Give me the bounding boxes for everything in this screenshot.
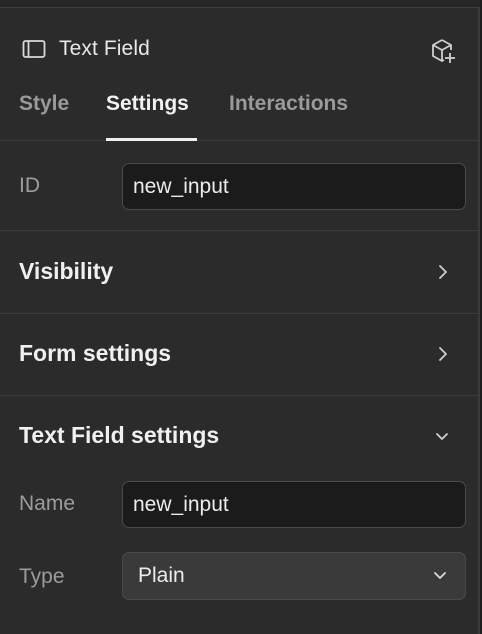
settings-panel: Text Field Style Settings Interactions I…: [0, 0, 480, 634]
name-input[interactable]: new_input: [122, 481, 466, 528]
add-component-button[interactable]: [428, 36, 458, 66]
textfield-icon: [22, 40, 46, 58]
type-select[interactable]: Plain: [122, 552, 466, 600]
tab-settings[interactable]: Settings: [106, 92, 197, 141]
form-settings-title: Form settings: [19, 340, 172, 366]
visibility-title: Visibility: [19, 258, 114, 284]
top-divider: [0, 0, 480, 8]
form-settings-section[interactable]: Form settings: [0, 314, 480, 396]
id-label: ID: [19, 174, 40, 197]
text-field-settings-title: Text Field settings: [19, 422, 220, 448]
name-label: Name: [19, 492, 76, 515]
chevron-down-icon: [434, 572, 446, 579]
chevron-down-icon: [436, 433, 448, 440]
type-label: Type: [19, 565, 65, 588]
id-row: ID new_input: [0, 141, 480, 231]
add-component-icon: [432, 39, 455, 63]
type-select-value: Plain: [138, 564, 185, 587]
element-title: Text Field: [59, 37, 150, 60]
panel-header: Text Field: [0, 24, 480, 74]
text-field-settings-section[interactable]: Text Field settings: [0, 396, 480, 478]
tab-interactions[interactable]: Interactions: [229, 92, 348, 140]
id-input[interactable]: new_input: [122, 163, 466, 210]
visibility-section[interactable]: Visibility: [0, 232, 480, 314]
tab-bar: Style Settings Interactions: [0, 80, 480, 141]
chevron-right-icon: [439, 347, 447, 361]
tab-style[interactable]: Style: [19, 92, 69, 140]
chevron-right-icon: [439, 265, 447, 279]
